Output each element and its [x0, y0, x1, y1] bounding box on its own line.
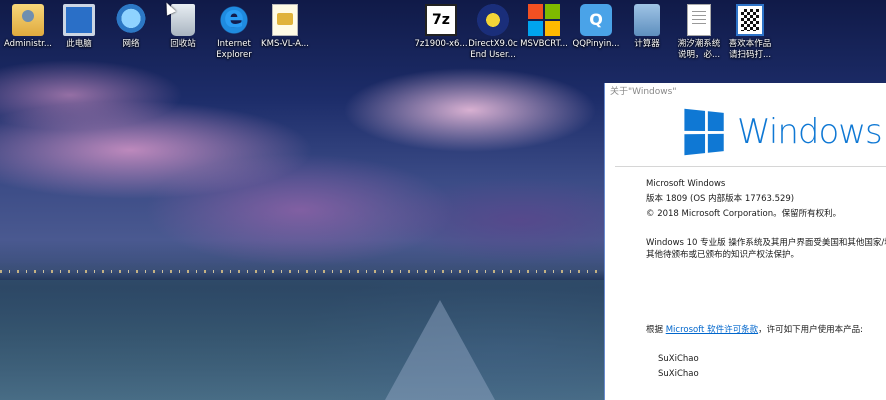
desktop-icon-msvbcrt[interactable]: MSVBCRT... — [516, 4, 572, 50]
desktop-icon-calculator[interactable]: 计算器 — [619, 4, 675, 50]
dialog-divider — [615, 166, 886, 167]
calculator-icon — [634, 4, 660, 36]
product-name: Microsoft Windows — [646, 179, 726, 189]
qq-pinyin-icon: Q — [580, 4, 612, 36]
desktop-icon-label: KMS-VL-A... — [261, 39, 309, 49]
wallpaper-city-lights — [0, 270, 605, 273]
microsoft-icon — [528, 4, 560, 36]
desktop-icon-recycle-bin[interactable]: 回收站 — [155, 4, 211, 50]
directx-icon — [477, 4, 509, 36]
wallpaper-field — [0, 280, 605, 400]
desktop-icon-internet-explorer[interactable]: Internet Explorer — [206, 0, 262, 61]
desktop-icon-kms[interactable]: KMS-VL-A... — [257, 4, 313, 50]
this-pc-icon — [63, 4, 95, 36]
desktop-icon-label: Internet Explorer — [216, 39, 252, 60]
desktop-icon-label: 喜欢本作品 请扫码打... — [728, 39, 772, 60]
7zip-icon: 7z — [425, 4, 457, 36]
desktop-icon-label: MSVBCRT... — [520, 39, 568, 49]
legal-notice-line1: Windows 10 专业版 操作系统及其用户界面受美国和其他国家/地 — [646, 238, 886, 248]
about-windows-dialog[interactable]: 关于"Windows" Windows 1 Microsoft Windows … — [604, 83, 886, 400]
qr-code-icon — [736, 4, 764, 36]
internet-explorer-icon — [218, 0, 250, 36]
windows-logo-text: Windows 1 — [737, 112, 886, 152]
license-prefix: 根据 — [646, 325, 666, 335]
desktop-icon-network[interactable]: 网络 — [103, 4, 159, 50]
desktop-icon-donate-qr[interactable]: 喜欢本作品 请扫码打... — [722, 4, 778, 61]
desktop-icon-label: 此电脑 — [66, 39, 92, 49]
license-terms-link[interactable]: Microsoft 软件许可条款 — [666, 325, 758, 335]
desktop-icon-label: 回收站 — [170, 39, 196, 49]
license-statement: 根据 Microsoft 软件许可条款，许可如下用户使用本产品: — [646, 324, 863, 336]
license-suffix: ，许可如下用户使用本产品: — [758, 325, 863, 335]
desktop-icon-7zip[interactable]: 7z 7z1900-x6... — [413, 4, 469, 50]
windows-flag-icon — [684, 108, 724, 156]
dialog-title: 关于"Windows" — [610, 87, 677, 97]
licensed-organization: SuXiChao — [658, 369, 699, 379]
desktop-icon-administrator[interactable]: Administr... — [0, 4, 56, 50]
text-document-icon — [687, 4, 711, 36]
desktop-icon-label: DirectX9.0c End User... — [468, 39, 518, 60]
desktop-icon-label: 溯汐潮系统 说明，必... — [677, 39, 721, 60]
desktop-icon-this-pc[interactable]: 此电脑 — [51, 4, 107, 50]
desktop-icon-label: 7z1900-x6... — [414, 39, 468, 49]
script-file-icon — [272, 4, 298, 36]
desktop-icon-label: QQPinyin... — [572, 39, 620, 49]
desktop-icon-label: Administr... — [3, 39, 53, 49]
licensed-user: SuXiChao — [658, 354, 699, 364]
desktop-icon-system-readme[interactable]: 溯汐潮系统 说明，必... — [671, 4, 727, 61]
desktop-icon-label: 计算器 — [634, 39, 660, 49]
legal-notice-line2: 其他待颁布或已颁布的知识产权法保护。 — [646, 250, 800, 260]
version-info: 版本 1809 (OS 内部版本 17763.529) — [646, 194, 795, 204]
copyright-text: © 2018 Microsoft Corporation。保留所有权利。 — [646, 209, 842, 219]
user-folder-icon — [12, 4, 44, 36]
desktop-icon-label: 网络 — [122, 39, 140, 49]
network-icon — [115, 4, 147, 36]
desktop-icon-directx[interactable]: DirectX9.0c End User... — [465, 4, 521, 61]
windows-logo: Windows 1 — [684, 107, 886, 159]
wallpaper-road — [385, 300, 495, 400]
desktop-icon-qqpinyin[interactable]: Q QQPinyin... — [568, 4, 624, 50]
